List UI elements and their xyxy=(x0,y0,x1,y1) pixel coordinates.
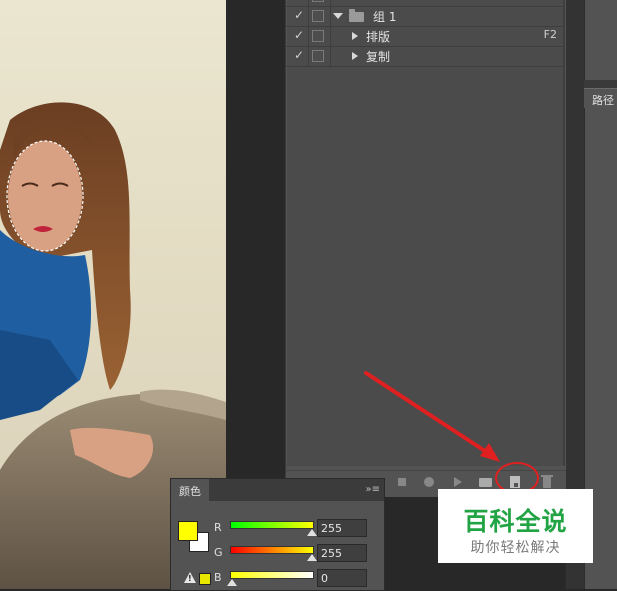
watermark-title: 百科全说 xyxy=(463,507,568,536)
action-set-row-group1[interactable]: ✓ 组 1 xyxy=(286,6,565,27)
toggle-check-icon[interactable]: ✓ xyxy=(292,0,306,2)
panel-menu-icon[interactable]: »≡ xyxy=(366,484,381,495)
foreground-color-swatch[interactable] xyxy=(178,521,198,541)
channel-label-r: R xyxy=(214,521,222,534)
collapsed-panel-top xyxy=(584,0,617,80)
actions-scrollbar[interactable] xyxy=(563,0,565,466)
dialog-toggle-box[interactable] xyxy=(312,50,324,62)
slider-b[interactable] xyxy=(230,571,314,579)
record-icon[interactable] xyxy=(421,474,437,490)
watermark-logo: 百科全说 助你轻松解决 xyxy=(438,489,593,563)
gamut-color-swatch[interactable] xyxy=(199,573,211,585)
gamut-warning-icon[interactable] xyxy=(184,572,196,583)
toggle-check-icon[interactable]: ✓ xyxy=(292,48,306,62)
actions-list[interactable]: ✓ ✓ 组 1 ✓ 排版 F2 ✓ xyxy=(286,0,566,466)
stop-icon[interactable] xyxy=(394,474,410,490)
value-r[interactable]: 255 xyxy=(317,519,367,537)
slider-g[interactable] xyxy=(230,546,314,554)
color-panel-tabbar: 颜色 »≡ xyxy=(171,479,384,501)
tab-color[interactable]: 颜色 xyxy=(171,479,209,501)
action-set-label: 组 1 xyxy=(373,10,397,24)
toggle-check-icon[interactable]: ✓ xyxy=(292,28,306,42)
actions-panel: ✓ ✓ 组 1 ✓ 排版 F2 ✓ xyxy=(285,0,566,497)
play-icon[interactable] xyxy=(449,474,465,490)
action-shortcut: F2 xyxy=(543,28,557,41)
action-label: 排版 xyxy=(366,30,391,44)
slider-thumb-r[interactable] xyxy=(307,529,317,536)
action-label: 复制 xyxy=(366,50,391,64)
color-tab-label: 颜色 xyxy=(179,485,201,498)
slider-r[interactable] xyxy=(230,521,314,529)
slider-thumb-g[interactable] xyxy=(307,554,317,561)
value-b[interactable]: 0 xyxy=(317,569,367,587)
color-panel: 颜色 »≡ R 255 G 255 B 0 xyxy=(170,478,385,591)
trash-icon[interactable] xyxy=(539,474,555,490)
action-row-typesetting[interactable]: ✓ 排版 F2 xyxy=(286,26,565,47)
collapse-triangle-icon[interactable] xyxy=(352,32,358,40)
collapse-triangle-icon[interactable] xyxy=(352,52,358,60)
folder-icon xyxy=(349,9,364,22)
tab-paths[interactable]: 路径 xyxy=(584,88,617,109)
dialog-toggle-box[interactable] xyxy=(312,30,324,42)
expand-triangle-icon[interactable] xyxy=(333,13,343,19)
channel-label-b: B xyxy=(214,571,222,584)
paths-tab-label: 路径 xyxy=(592,94,614,107)
value-g[interactable]: 255 xyxy=(317,544,367,562)
dialog-toggle-box[interactable] xyxy=(312,10,324,22)
toggle-check-icon[interactable]: ✓ xyxy=(292,8,306,22)
action-row-copy[interactable]: ✓ 复制 xyxy=(286,46,565,67)
watermark-subtitle: 助你轻松解决 xyxy=(470,540,561,556)
new-action-icon[interactable] xyxy=(507,474,523,490)
channel-label-g: G xyxy=(214,546,223,559)
slider-thumb-b[interactable] xyxy=(227,579,237,586)
new-set-folder-icon[interactable] xyxy=(478,474,494,490)
dialog-toggle-box[interactable] xyxy=(312,0,324,2)
